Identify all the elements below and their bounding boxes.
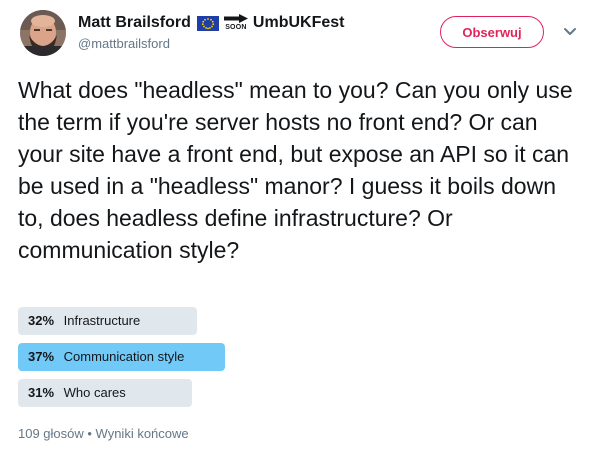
author-name-suffix: UmbUKFest (252, 14, 345, 31)
avatar[interactable] (20, 10, 66, 56)
poll-option-text: Who cares (63, 385, 126, 400)
poll-option-text: Communication style (63, 349, 185, 364)
chevron-down-icon[interactable] (562, 26, 578, 38)
tweet-text: What does "headless" mean to you? Can yo… (18, 77, 573, 263)
avatar-photo (20, 10, 66, 56)
poll-option-label: 32% Infrastructure (28, 307, 140, 335)
soon-arrow-icon: SOON (223, 13, 249, 31)
follow-button[interactable]: Obserwuj (440, 16, 544, 48)
poll: 32% Infrastructure 37% Communication sty… (18, 307, 578, 415)
eu-flag-icon (196, 15, 219, 31)
tweet: Matt Brailsford SOON UmbUKFest @mattbrai… (0, 0, 594, 456)
display-name[interactable]: Matt Brailsford SOON UmbUKFest (78, 12, 344, 34)
poll-percent: 37% (28, 349, 55, 364)
poll-percent: 32% (28, 313, 55, 328)
author-name: Matt Brailsford (78, 14, 191, 31)
soon-label: SOON (225, 23, 247, 31)
user-info: Matt Brailsford SOON UmbUKFest @mattbrai… (78, 12, 344, 51)
arrow-right-icon (223, 13, 248, 23)
author-handle[interactable]: @mattbrailsford (78, 36, 344, 51)
poll-option-label: 31% Who cares (28, 379, 126, 407)
poll-option-who-cares: 31% Who cares (18, 379, 578, 407)
poll-option-infrastructure: 32% Infrastructure (18, 307, 578, 335)
poll-option-communication-style: 37% Communication style (18, 343, 578, 371)
poll-percent: 31% (28, 385, 55, 400)
poll-footer: 109 głosów • Wyniki końcowe (18, 426, 189, 441)
poll-option-text: Infrastructure (63, 313, 141, 328)
poll-option-label: 37% Communication style (28, 343, 184, 371)
